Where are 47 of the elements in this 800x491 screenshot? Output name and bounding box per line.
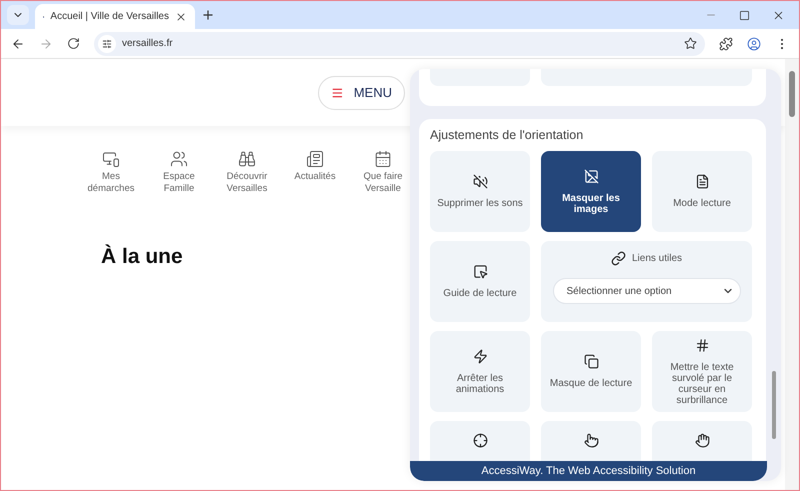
nav-link[interactable]: Mes démarches [88, 150, 134, 195]
site-info-icon[interactable] [98, 34, 116, 52]
option-tile[interactable]: Arrêter les animations [430, 331, 530, 412]
family-icon [170, 150, 188, 168]
image-off-icon [584, 168, 598, 184]
option-tile[interactable]: Guide de lecture [430, 241, 530, 322]
option-tile[interactable]: Masque de lecture [541, 331, 641, 412]
devices-icon [102, 150, 120, 168]
extensions-icon[interactable] [719, 36, 733, 50]
new-tab-icon[interactable] [201, 8, 215, 22]
nav-link[interactable]: Que faire Versaille [363, 150, 403, 195]
star-icon[interactable] [684, 37, 697, 50]
close-icon[interactable] [175, 10, 187, 22]
maximize-icon[interactable] [739, 8, 750, 22]
section-heading: À la une [101, 245, 183, 269]
tab-list-button[interactable] [7, 5, 29, 25]
option-tile[interactable]: Masquer les images [541, 151, 641, 232]
document-icon [694, 174, 710, 189]
links-label: Liens utiles [632, 253, 682, 264]
footer-banner: AccessiWay. The Web Accessibility Solution [410, 461, 767, 481]
section-title: Ajustements de l'orientation [430, 128, 584, 142]
muted-speaker-icon [472, 174, 488, 189]
binoculars-icon [238, 150, 256, 168]
hash-icon [694, 338, 710, 352]
newspaper-icon [306, 150, 324, 168]
crosshair-icon [472, 433, 488, 448]
hand-icon [694, 433, 710, 448]
option-tile[interactable]: Mode lecture [652, 151, 752, 232]
nav-link[interactable]: Espace Famille [163, 150, 195, 195]
browser-tab[interactable]: Accueil | Ville de Versailles [35, 4, 195, 29]
overlapping-squares-icon [584, 354, 598, 369]
option-tile[interactable]: Mettre le texte survolé par le curseur en surbrillance [652, 331, 752, 412]
hand-pointer-icon [584, 433, 598, 448]
profile-icon[interactable] [747, 36, 761, 50]
option-select[interactable]: Sélectionner une option [552, 278, 740, 304]
pointer-icon [472, 264, 488, 279]
back-icon[interactable] [11, 36, 25, 50]
address-bar[interactable]: versailles.fr [94, 32, 705, 56]
lightning-icon [472, 348, 488, 364]
nav-link[interactable]: Actualités [294, 150, 336, 195]
link-icon [610, 251, 626, 266]
option-tile[interactable]: Supprimer les sons [430, 151, 530, 232]
nav-link[interactable]: Découvrir Versailles [226, 150, 268, 195]
menu-button[interactable]: MENU [318, 76, 405, 110]
calendar-icon [374, 150, 392, 168]
scrollbar[interactable] [785, 59, 799, 490]
reload-icon[interactable] [67, 37, 80, 50]
